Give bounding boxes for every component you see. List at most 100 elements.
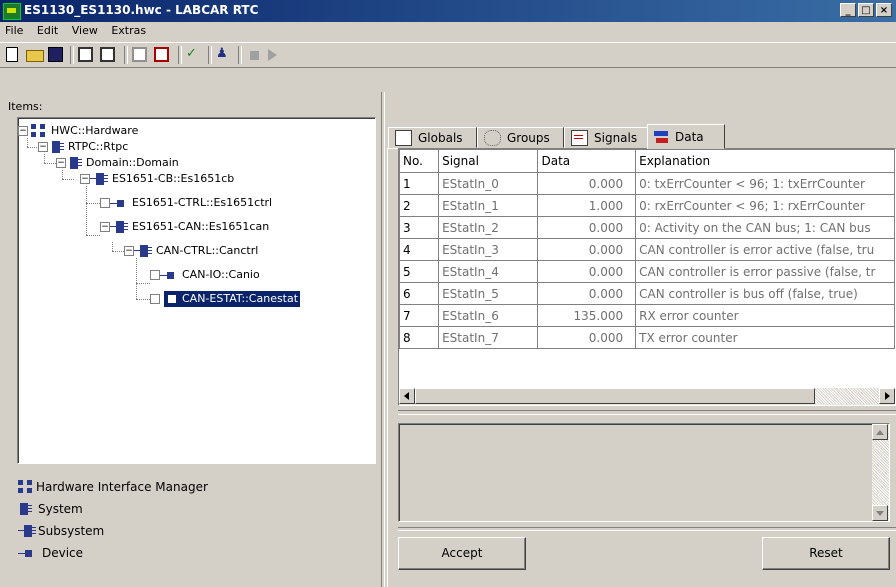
check-icon[interactable]: ✓ bbox=[186, 46, 202, 62]
new-file-icon[interactable] bbox=[6, 47, 18, 62]
collapse-icon[interactable]: − bbox=[56, 158, 66, 168]
cell-data[interactable]: 0.000 bbox=[537, 260, 637, 283]
column-header-explanation[interactable]: Explanation bbox=[635, 149, 895, 173]
menu-view[interactable]: View bbox=[67, 22, 103, 39]
cell-data[interactable]: 0.000 bbox=[537, 172, 637, 195]
checkbox-icon[interactable] bbox=[100, 198, 110, 208]
tree-node-can-estat[interactable]: CAN-ESTAT::Canestat bbox=[150, 290, 302, 308]
cell-no[interactable]: 8 bbox=[399, 326, 440, 349]
cell-data[interactable]: 135.000 bbox=[537, 304, 637, 327]
table-row[interactable]: 5 EStatIn_4 0.000 CAN controller is error p… bbox=[399, 260, 895, 283]
collapse-icon[interactable]: − bbox=[80, 174, 90, 184]
cell-data[interactable]: 0.000 bbox=[537, 282, 637, 305]
cell-signal[interactable]: EStatIn_7 bbox=[438, 326, 539, 349]
cell-explanation[interactable]: CAN controller is bus off (false, true) bbox=[635, 282, 895, 305]
cell-explanation[interactable]: CAN controller is error active (false, t… bbox=[635, 238, 895, 261]
tree-node-hwc[interactable]: − HWC::Hardware bbox=[18, 123, 140, 139]
hardware-disabled-icon[interactable] bbox=[132, 47, 147, 62]
cell-data[interactable]: 0.000 bbox=[537, 238, 637, 261]
close-button[interactable]: × bbox=[876, 3, 892, 17]
tree-node-es1651-ctrl[interactable]: ES1651-CTRL::Es1651ctrl bbox=[100, 195, 274, 211]
cell-signal[interactable]: EStatIn_6 bbox=[438, 304, 539, 327]
hardware-tree-icon[interactable] bbox=[78, 47, 93, 62]
grid-splitter[interactable] bbox=[398, 410, 896, 415]
save-icon[interactable] bbox=[48, 47, 63, 62]
cell-signal[interactable]: EStatIn_1 bbox=[438, 194, 539, 217]
column-header-signal[interactable]: Signal bbox=[438, 149, 539, 173]
cell-no[interactable]: 5 bbox=[399, 260, 440, 283]
tree-node-can-io[interactable]: CAN-IO::Canio bbox=[150, 267, 262, 283]
cell-data[interactable]: 0.000 bbox=[537, 326, 637, 349]
hardware-add-icon[interactable] bbox=[154, 47, 169, 62]
table-row[interactable]: 2 EStatIn_1 1.000 0: rxErrCounter < 96; 1: … bbox=[399, 194, 895, 217]
cell-signal[interactable]: EStatIn_4 bbox=[438, 260, 539, 283]
cell-no[interactable]: 3 bbox=[399, 216, 440, 239]
vertical-scrollbar[interactable] bbox=[872, 424, 889, 521]
device-icon bbox=[110, 199, 124, 207]
scroll-left-button[interactable] bbox=[399, 388, 415, 404]
hardware-tree-alt-icon[interactable] bbox=[100, 47, 115, 62]
collapse-icon[interactable]: − bbox=[100, 222, 110, 232]
menu-edit[interactable]: Edit bbox=[32, 22, 63, 39]
tab-data[interactable]: Data bbox=[647, 124, 725, 149]
table-row[interactable]: 7 EStatIn_6 135.000 RX error counter bbox=[399, 304, 895, 327]
cell-signal[interactable]: EStatIn_0 bbox=[438, 172, 539, 195]
tree-node-domain[interactable]: − Domain::Domain bbox=[56, 155, 181, 171]
scroll-down-button[interactable] bbox=[872, 505, 888, 521]
checkbox-icon[interactable] bbox=[150, 270, 160, 280]
scroll-thumb[interactable] bbox=[415, 388, 815, 404]
cell-no[interactable]: 7 bbox=[399, 304, 440, 327]
signal-data-grid[interactable]: No. Signal Data Explanation 1 EStatIn_0 0.… bbox=[398, 148, 896, 406]
accept-button[interactable]: Accept bbox=[398, 537, 526, 570]
maximize-button[interactable]: □ bbox=[858, 3, 874, 17]
minimize-button[interactable]: _ bbox=[840, 3, 856, 17]
open-folder-icon[interactable] bbox=[26, 50, 44, 62]
cell-no[interactable]: 2 bbox=[399, 194, 440, 217]
collapse-icon[interactable]: − bbox=[124, 246, 134, 256]
cell-data[interactable]: 0.000 bbox=[537, 216, 637, 239]
tab-globals[interactable]: Globals bbox=[388, 127, 477, 148]
table-row[interactable]: 1 EStatIn_0 0.000 0: txErrCounter < 96; 1: … bbox=[399, 172, 895, 195]
reset-button[interactable]: Reset bbox=[762, 537, 890, 570]
play-icon[interactable] bbox=[268, 49, 277, 61]
cell-explanation[interactable]: 0: Activity on the CAN bus; 1: CAN bus bbox=[635, 216, 895, 239]
horizontal-scrollbar[interactable] bbox=[399, 388, 895, 405]
column-header-data[interactable]: Data bbox=[537, 149, 637, 173]
divider bbox=[398, 527, 896, 531]
collapse-icon[interactable]: − bbox=[18, 126, 28, 136]
cell-explanation[interactable]: TX error counter bbox=[635, 326, 895, 349]
cell-signal[interactable]: EStatIn_2 bbox=[438, 216, 539, 239]
cell-signal[interactable]: EStatIn_5 bbox=[438, 282, 539, 305]
cell-explanation[interactable]: 0: rxErrCounter < 96; 1: rxErrCounter bbox=[635, 194, 895, 217]
explanation-textarea[interactable] bbox=[398, 423, 890, 522]
cell-no[interactable]: 1 bbox=[399, 172, 440, 195]
tree-node-can-ctrl[interactable]: − CAN-CTRL::Canctrl bbox=[124, 243, 260, 259]
cell-no[interactable]: 6 bbox=[399, 282, 440, 305]
checkbox-icon[interactable] bbox=[150, 294, 160, 304]
hardware-tree[interactable]: − HWC::Hardware − RTPC::Rtpc − Domain::D… bbox=[17, 117, 376, 464]
menu-file[interactable]: File bbox=[0, 22, 28, 39]
pane-splitter[interactable] bbox=[381, 92, 385, 587]
table-row[interactable]: 6 EStatIn_5 0.000 CAN controller is bus off… bbox=[399, 282, 895, 305]
table-row[interactable]: 3 EStatIn_2 0.000 0: Activity on the CAN bu… bbox=[399, 216, 895, 239]
tab-groups[interactable]: Groups bbox=[477, 127, 564, 148]
collapse-icon[interactable]: − bbox=[38, 142, 48, 152]
tree-node-es1651-cb[interactable]: − ES1651-CB::Es1651cb bbox=[80, 171, 236, 187]
tree-node-rtpc[interactable]: − RTPC::Rtpc bbox=[38, 139, 130, 155]
cell-explanation[interactable]: RX error counter bbox=[635, 304, 895, 327]
connect-icon[interactable]: ♟ bbox=[216, 46, 232, 62]
column-header-no[interactable]: No. bbox=[399, 149, 440, 173]
scroll-up-button[interactable] bbox=[872, 424, 888, 440]
cell-no[interactable]: 4 bbox=[399, 238, 440, 261]
stop-icon[interactable] bbox=[250, 51, 259, 60]
tree-node-es1651-can[interactable]: − ES1651-CAN::Es1651can bbox=[100, 219, 271, 235]
table-row[interactable]: 4 EStatIn_3 0.000 CAN controller is error a… bbox=[399, 238, 895, 261]
tab-signals[interactable]: Signals bbox=[564, 127, 648, 148]
cell-data[interactable]: 1.000 bbox=[537, 194, 637, 217]
cell-explanation[interactable]: 0: txErrCounter < 96; 1: txErrCounter bbox=[635, 172, 895, 195]
menu-extras[interactable]: Extras bbox=[106, 22, 151, 39]
scroll-right-button[interactable] bbox=[879, 388, 895, 404]
cell-signal[interactable]: EStatIn_3 bbox=[438, 238, 539, 261]
table-row[interactable]: 8 EStatIn_7 0.000 TX error counter bbox=[399, 326, 895, 349]
cell-explanation[interactable]: CAN controller is error passive (false, … bbox=[635, 260, 895, 283]
